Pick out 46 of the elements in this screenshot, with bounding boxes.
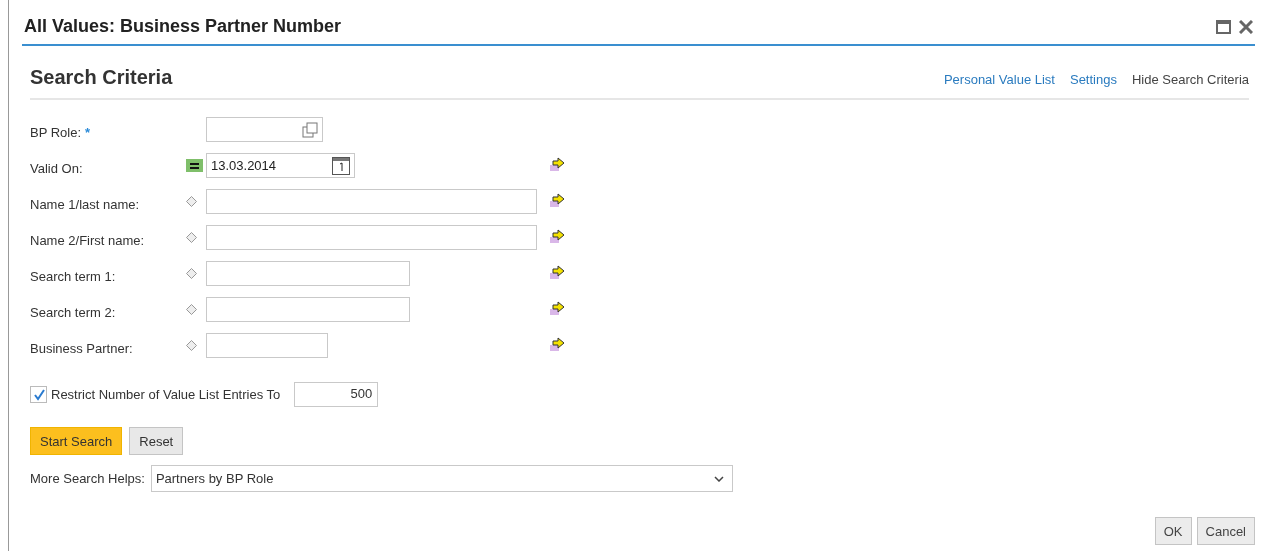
checkbox[interactable] bbox=[30, 386, 47, 403]
input-field[interactable] bbox=[206, 225, 537, 250]
arrow-icon[interactable] bbox=[550, 156, 566, 171]
arrow-icon[interactable] bbox=[550, 336, 566, 351]
header-link[interactable]: Hide Search Criteria bbox=[1131, 71, 1249, 87]
field-label: Name 2/First name: bbox=[30, 233, 145, 248]
required-mark: * bbox=[85, 125, 91, 140]
input-field[interactable] bbox=[206, 333, 328, 358]
checkbox-label: Restrict Number of Value List Entries To bbox=[51, 387, 281, 402]
field-label: Business Partner: bbox=[30, 341, 133, 356]
input-field[interactable] bbox=[206, 261, 410, 286]
field-label: Valid On: bbox=[30, 161, 83, 176]
diamond-icon[interactable] bbox=[186, 340, 197, 351]
arrow-icon[interactable] bbox=[550, 300, 566, 315]
calendar-icon[interactable] bbox=[332, 156, 350, 175]
arrow-icon[interactable] bbox=[550, 228, 566, 243]
cancel-button[interactable]: Cancel bbox=[1196, 517, 1255, 545]
field-label: More Search Helps: bbox=[30, 471, 145, 486]
equals-operator-icon[interactable] bbox=[186, 159, 203, 172]
arrow-icon[interactable] bbox=[550, 192, 566, 207]
diamond-icon[interactable] bbox=[186, 268, 197, 279]
copy-icon[interactable] bbox=[302, 121, 318, 138]
reset-button[interactable]: Reset bbox=[129, 427, 184, 455]
input-field[interactable] bbox=[206, 297, 410, 322]
window-title: All Values: Business Partner Number bbox=[24, 14, 342, 37]
ok-button[interactable]: OK bbox=[1154, 517, 1192, 545]
input-field[interactable] bbox=[206, 117, 323, 142]
close-icon[interactable] bbox=[1239, 20, 1253, 34]
field-label: Search term 2: bbox=[30, 305, 116, 320]
diamond-icon[interactable] bbox=[186, 196, 197, 207]
diamond-icon[interactable] bbox=[186, 232, 197, 243]
arrow-icon[interactable] bbox=[550, 264, 566, 279]
date-field[interactable]: 13.03.2014 bbox=[206, 153, 355, 178]
header-link[interactable]: Settings bbox=[1069, 71, 1117, 87]
field-label: Search term 1: bbox=[30, 269, 116, 284]
maximize-icon[interactable] bbox=[1216, 20, 1231, 34]
dropdown[interactable]: Partners by BP Role bbox=[150, 465, 733, 492]
field-label: Name 1/last name: bbox=[30, 197, 140, 212]
diamond-icon[interactable] bbox=[186, 304, 197, 315]
input-field[interactable] bbox=[206, 189, 537, 214]
field-label: BP Role: bbox=[30, 125, 82, 140]
caret-icon bbox=[713, 475, 724, 482]
search-button[interactable]: Start Search bbox=[30, 427, 123, 455]
input-field[interactable]: 500 bbox=[294, 382, 379, 407]
section-title: Search Criteria bbox=[30, 65, 173, 89]
header-link[interactable]: Personal Value List bbox=[943, 71, 1055, 87]
